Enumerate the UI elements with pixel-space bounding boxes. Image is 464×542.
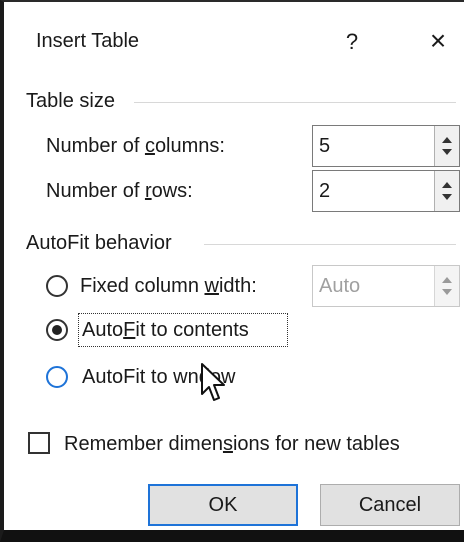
- cancel-button[interactable]: Cancel: [320, 484, 460, 526]
- spin-up-icon[interactable]: [442, 182, 452, 188]
- radio-selected-dot: [52, 325, 62, 335]
- fixed-width-spin-buttons: [434, 266, 459, 306]
- rows-spinner[interactable]: 2: [312, 170, 460, 212]
- spin-down-icon[interactable]: [442, 149, 452, 155]
- remember-dimensions-checkbox[interactable]: [28, 432, 50, 454]
- dialog-title: Insert Table: [36, 30, 140, 52]
- group-divider: [134, 102, 456, 103]
- autofit-contents-label[interactable]: AutoFit to contents: [82, 319, 249, 342]
- rows-value[interactable]: 2: [319, 171, 330, 211]
- title-bar: Insert Table ? ×: [8, 4, 464, 68]
- spin-down-icon: [442, 289, 452, 295]
- spin-down-icon[interactable]: [442, 194, 452, 200]
- insert-table-dialog: Insert Table ? × Table size Number of co…: [0, 0, 464, 542]
- close-button[interactable]: ×: [416, 20, 460, 62]
- columns-value[interactable]: 5: [319, 126, 330, 166]
- table-size-heading: Table size: [26, 90, 115, 112]
- help-button[interactable]: ?: [332, 22, 372, 62]
- columns-spin-buttons[interactable]: [434, 126, 459, 166]
- columns-spinner[interactable]: 5: [312, 125, 460, 167]
- autofit-heading: AutoFit behavior: [26, 232, 172, 254]
- spin-up-icon: [442, 277, 452, 283]
- autofit-contents-radio[interactable]: [46, 319, 68, 341]
- columns-label: Number of columns:: [46, 135, 225, 157]
- spin-up-icon[interactable]: [442, 137, 452, 143]
- ok-button[interactable]: OK: [148, 484, 298, 526]
- rows-spin-buttons[interactable]: [434, 171, 459, 211]
- fixed-width-value: Auto: [319, 275, 361, 297]
- mouse-pointer-icon: [201, 363, 225, 401]
- rows-label: Number of rows:: [46, 180, 193, 202]
- remember-dimensions-label[interactable]: Remember dimensions for new tables: [64, 433, 400, 456]
- autofit-window-radio[interactable]: [46, 366, 68, 388]
- fixed-width-label[interactable]: Fixed column width:: [80, 275, 257, 298]
- fixed-width-radio[interactable]: [46, 275, 68, 297]
- group-divider: [204, 244, 456, 245]
- fixed-width-spinner: Auto: [312, 265, 460, 307]
